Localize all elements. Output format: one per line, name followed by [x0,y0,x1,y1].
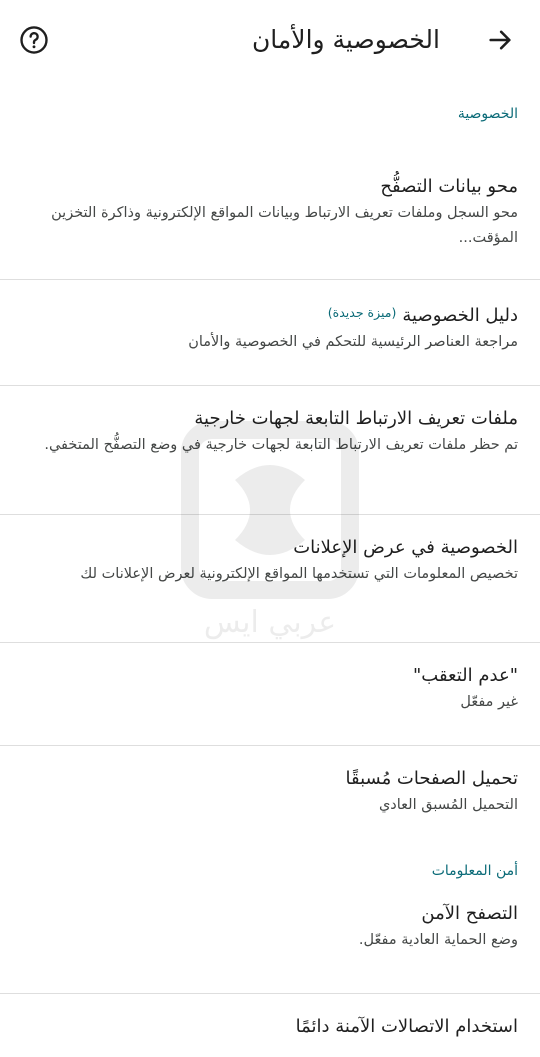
item-subtitle: مراجعة العناصر الرئيسية للتحكم في الخصوص… [188,334,518,350]
item-title: "عدم التعقب" [413,665,518,686]
do-not-track-item[interactable]: "عدم التعقب" غير مفعّل [0,643,540,746]
item-title: دليل الخصوصية [402,305,518,326]
arrow-right-icon [489,30,511,50]
page-title: الخصوصية والأمان [251,25,440,54]
item-subtitle: تخصيص المعلومات التي تستخدمها المواقع ال… [80,566,518,582]
item-title: الخصوصية في عرض الإعلانات [293,537,518,558]
item-title-row: دليل الخصوصية (ميزة جديدة) [22,300,518,329]
app-bar: الخصوصية والأمان [0,0,540,80]
new-feature-badge: (ميزة جديدة) [327,305,397,320]
section-header-privacy: الخصوصية [457,106,518,122]
settings-list: الخصوصية محو بيانات التصفُّح محو السجل و… [0,80,540,1057]
item-title: محو بيانات التصفُّح [380,176,518,197]
clear-browsing-data-item[interactable]: محو بيانات التصفُّح محو السجل وملفات تعر… [0,128,540,280]
back-button[interactable] [482,22,518,58]
ad-privacy-item[interactable]: الخصوصية في عرض الإعلانات تخصيص المعلوما… [0,515,540,643]
item-subtitle: غير مفعّل [460,694,518,710]
always-use-secure-connections-item[interactable]: استخدام الاتصالات الآمنة دائمًا [0,994,540,1054]
privacy-guide-item[interactable]: دليل الخصوصية (ميزة جديدة) مراجعة العناصر… [0,280,540,386]
item-title: تحميل الصفحات مُسبقًا [345,768,518,789]
item-title: التصفح الآمن [421,903,518,924]
third-party-cookies-item[interactable]: ملفات تعريف الارتباط التابعة لجهات خارجي… [0,386,540,515]
preload-pages-item[interactable]: تحميل الصفحات مُسبقًا التحميل المُسبق ال… [0,746,540,851]
item-title: استخدام الاتصالات الآمنة دائمًا [295,1016,518,1037]
help-button[interactable] [16,22,52,58]
help-circle-icon [20,26,48,54]
item-subtitle: محو السجل وملفات تعريف الارتباط وبيانات … [51,205,518,246]
item-subtitle: التحميل المُسبق العادي [378,797,518,813]
item-subtitle: وضع الحماية العادية مفعّل. [358,932,518,948]
item-subtitle: تم حظر ملفات تعريف الارتباط التابعة لجها… [44,437,518,453]
item-title: ملفات تعريف الارتباط التابعة لجهات خارجي… [194,408,518,429]
